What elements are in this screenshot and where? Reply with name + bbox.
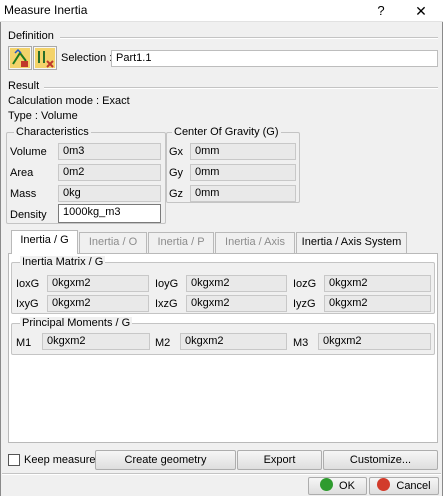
tab-inertia-axis-system[interactable]: Inertia / Axis System: [296, 232, 407, 253]
keep-measure-label[interactable]: Keep measure: [24, 454, 96, 466]
gz-label: Gz: [169, 188, 184, 200]
area-label: Area: [10, 167, 34, 179]
ioyg-label: IoyG: [155, 278, 179, 290]
tab-inertia-o: Inertia / O: [79, 232, 147, 253]
density-label: Density: [10, 209, 47, 221]
density-input[interactable]: 1000kg_m3: [58, 204, 161, 223]
cancel-button[interactable]: Cancel: [369, 477, 439, 495]
selection-mode-button[interactable]: [8, 46, 32, 70]
gy-label: Gy: [169, 167, 184, 179]
selection-label: Selection :: [61, 52, 113, 64]
create-geometry-button[interactable]: Create geometry: [95, 450, 236, 470]
volume-field: 0m3: [58, 143, 161, 160]
characteristics-legend: Characteristics: [14, 126, 91, 138]
ok-label: OK: [339, 480, 355, 492]
volume-label: Volume: [10, 146, 47, 158]
ok-icon: [320, 478, 334, 491]
selection-mode-2-button[interactable]: [33, 46, 57, 70]
iyzg-field: 0kgxm2: [324, 295, 431, 312]
center-of-gravity-legend: Center Of Gravity (G): [172, 126, 281, 138]
keep-measure-checkbox[interactable]: [8, 454, 20, 466]
tab-inertia-p: Inertia / P: [148, 232, 214, 253]
close-button[interactable]: ✕: [402, 0, 440, 22]
gx-field: 0mm: [190, 143, 296, 160]
cancel-label: Cancel: [396, 480, 431, 492]
export-button[interactable]: Export: [237, 450, 322, 470]
mass-field: 0kg: [58, 185, 161, 202]
tab-inertia-axis: Inertia / Axis: [215, 232, 295, 253]
footer-separator: [2, 473, 441, 475]
result-type: Type : Volume: [8, 110, 78, 122]
title-bar[interactable]: Measure Inertia ? ✕: [0, 0, 443, 22]
select-items-icon: [35, 48, 55, 68]
calculation-mode: Calculation mode : Exact: [8, 95, 130, 107]
m2-label: M2: [155, 337, 171, 349]
principal-moments-legend: Principal Moments / G: [20, 317, 133, 329]
selection-field[interactable]: Part1.1: [111, 50, 438, 67]
ixyg-field: 0kgxm2: [47, 295, 149, 312]
ioxg-field: 0kgxm2: [47, 275, 149, 292]
m1-label: M1: [16, 337, 32, 349]
tab-inertia-g[interactable]: Inertia / G: [11, 230, 78, 254]
m3-field: 0kgxm2: [318, 333, 431, 350]
iyzg-label: IyzG: [293, 298, 316, 310]
window-title: Measure Inertia: [4, 3, 88, 17]
definition-separator: [60, 37, 438, 39]
ioxg-label: IoxG: [16, 278, 40, 290]
help-button[interactable]: ?: [371, 1, 391, 21]
definition-legend: Definition: [8, 30, 54, 42]
ixzg-field: 0kgxm2: [186, 295, 287, 312]
inertia-matrix-legend: Inertia Matrix / G: [20, 256, 106, 268]
result-legend: Result: [8, 80, 40, 92]
select-mode-icon: [10, 48, 30, 68]
area-field: 0m2: [58, 164, 161, 181]
m2-field: 0kgxm2: [180, 333, 287, 350]
ixzg-label: IxzG: [155, 298, 178, 310]
iozg-label: IozG: [293, 278, 317, 290]
result-separator: [44, 87, 438, 89]
ioyg-field: 0kgxm2: [186, 275, 287, 292]
m3-label: M3: [293, 337, 309, 349]
iozg-field: 0kgxm2: [324, 275, 431, 292]
customize-button[interactable]: Customize...: [323, 450, 438, 470]
cancel-icon: [377, 478, 391, 491]
ok-button[interactable]: OK: [308, 477, 367, 495]
mass-label: Mass: [10, 188, 37, 200]
gx-label: Gx: [169, 146, 184, 158]
gy-field: 0mm: [190, 164, 296, 181]
ixyg-label: IxyG: [16, 298, 39, 310]
gz-field: 0mm: [190, 185, 296, 202]
m1-field: 0kgxm2: [42, 333, 150, 350]
